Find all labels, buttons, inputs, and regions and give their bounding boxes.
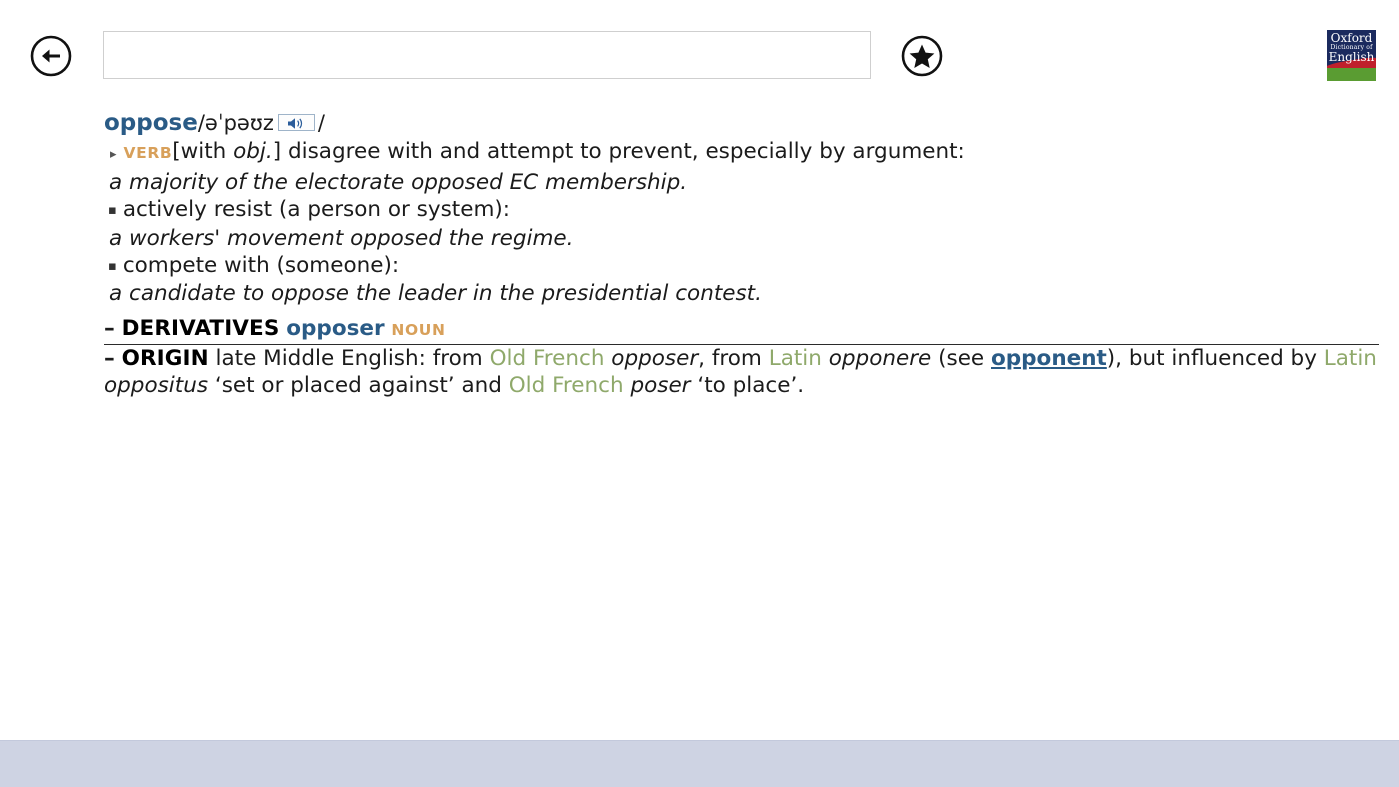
origin-language-4: Old French bbox=[508, 373, 624, 399]
logo-green-band bbox=[1327, 68, 1376, 81]
back-button[interactable] bbox=[30, 35, 72, 77]
grammar-open: [with bbox=[172, 139, 234, 165]
pronunciation: əˈpəʊz bbox=[204, 111, 274, 135]
derivatives-section: – DERIVATIVES opposer NOUN bbox=[104, 315, 1379, 344]
origin-text-6: ‘to place’. bbox=[690, 373, 805, 399]
origin-text-2: , from bbox=[698, 346, 769, 371]
origin-text-1: late Middle English: from bbox=[208, 346, 490, 371]
sense-3: ▪ compete with (someone): bbox=[104, 252, 1379, 280]
grammar-note: obj. bbox=[233, 139, 273, 165]
speaker-icon bbox=[288, 117, 303, 129]
logo-artwork: Oxford Dictionary of English bbox=[1327, 30, 1376, 81]
entry-headline: oppose/əˈpəʊz / bbox=[104, 110, 1379, 137]
square-bullet-icon: ▪ bbox=[108, 203, 117, 219]
sense-2-example: a workers' movement opposed the regime. bbox=[109, 225, 574, 251]
origin-language-2: Latin bbox=[768, 346, 822, 371]
logo-line-1: Oxford bbox=[1330, 31, 1373, 45]
logo-text: Oxford Dictionary of English bbox=[1327, 32, 1376, 63]
sense-3-definition: compete with (someone): bbox=[122, 253, 400, 279]
origin-language-1: Old French bbox=[489, 346, 605, 371]
dictionary-app-window: Oxford Dictionary of English oppose/əˈpə… bbox=[0, 0, 1399, 787]
origin-etymon-3: oppositus bbox=[104, 373, 209, 399]
derivatives-dash: – bbox=[104, 315, 115, 341]
dictionary-entry: oppose/əˈpəʊz / ▸ VERB[with obj.] disagree… bbox=[104, 110, 1379, 344]
triangle-bullet-icon: ▸ bbox=[110, 147, 117, 163]
sense-2: ▪ actively resist (a person or system): bbox=[104, 196, 1379, 224]
derivative-word: opposer bbox=[286, 315, 385, 341]
derivatives-label: DERIVATIVES bbox=[121, 315, 280, 341]
pronunciation-audio-button[interactable] bbox=[277, 114, 315, 131]
sense-2-definition: actively resist (a person or system): bbox=[122, 197, 511, 223]
star-circle-icon bbox=[901, 35, 943, 77]
sense-1: ▸ VERB[with obj.] disagree with and attem… bbox=[104, 138, 1379, 168]
top-toolbar: Oxford Dictionary of English bbox=[0, 0, 1399, 104]
grammar-close: ] bbox=[272, 139, 282, 165]
origin-text-5: ‘set or placed against’ and bbox=[208, 373, 509, 399]
headword: oppose bbox=[104, 110, 198, 136]
pron-close-slash: / bbox=[317, 111, 325, 135]
oxford-dictionary-logo: Oxford Dictionary of English bbox=[1325, 28, 1378, 83]
sense-1-definition: disagree with and attempt to prevent, es… bbox=[287, 139, 965, 165]
favorite-button[interactable] bbox=[901, 35, 943, 77]
origin-dash: – bbox=[104, 346, 115, 371]
logo-line-3: English bbox=[1328, 49, 1375, 64]
origin-etymon-1: opposer bbox=[611, 346, 699, 371]
part-of-speech-label: VERB bbox=[123, 144, 173, 163]
search-input[interactable] bbox=[103, 31, 871, 79]
sense-3-example: a candidate to oppose the leader in the … bbox=[109, 281, 762, 307]
derivative-part-of-speech: NOUN bbox=[391, 320, 446, 339]
origin-language-3: Latin bbox=[1323, 346, 1377, 371]
cross-reference-link[interactable]: opponent bbox=[991, 346, 1107, 371]
sense-1-example: a majority of the electorate opposed EC … bbox=[109, 169, 688, 195]
back-arrow-circle-icon bbox=[30, 35, 72, 77]
origin-label: ORIGIN bbox=[121, 346, 209, 371]
origin-text-4: ), but influenced by bbox=[1106, 346, 1324, 371]
origin-text-3: (see bbox=[931, 346, 991, 371]
pron-open-slash: / bbox=[197, 111, 205, 135]
origin-section: – ORIGIN late Middle English: from Old F… bbox=[104, 345, 1381, 400]
origin-etymon-2: opponere bbox=[828, 346, 932, 371]
origin-etymon-4: poser bbox=[630, 373, 691, 399]
bottom-app-bar[interactable] bbox=[0, 740, 1399, 787]
square-bullet-icon: ▪ bbox=[108, 259, 117, 275]
